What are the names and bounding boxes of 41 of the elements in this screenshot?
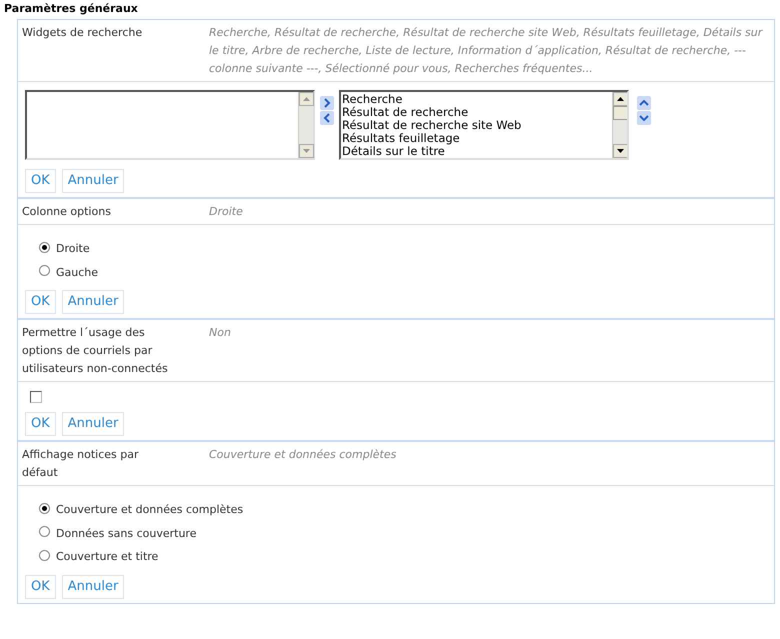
- ok-button[interactable]: OK: [25, 574, 56, 598]
- ok-button[interactable]: OK: [25, 412, 56, 436]
- setting-label: Colonne options: [22, 204, 112, 220]
- move-up-icon[interactable]: [637, 96, 651, 110]
- radio-label: Droite: [56, 241, 90, 257]
- setting-value: Recherche, Résultat de recherche, Résultat de recherche site Web, Résultats feuilletage, Détails sur le titre, Arbre de recherche, Liste de lecture, Information d´application, Résultat de recherche, ---colonne suivante ---, Sélectionné pour vous, Recherches fréquentes...: [209, 25, 764, 77]
- scroll-thumb[interactable]: [613, 106, 627, 120]
- scroll-up-icon[interactable]: [613, 92, 627, 106]
- radio-label: Données sans couverture: [56, 526, 196, 542]
- list-option[interactable]: Résultat de recherche: [342, 106, 612, 119]
- ok-button[interactable]: OK: [25, 169, 56, 193]
- setting-value: Droite: [209, 204, 244, 220]
- setting-label: Permettre l´usage des options de courriels par utilisateurs non-connectés: [22, 325, 169, 377]
- radio-button[interactable]: [39, 526, 50, 538]
- scroll-down-icon[interactable]: [613, 144, 627, 158]
- setting-value: Couverture et données complètes: [209, 447, 398, 463]
- list-option[interactable]: Résultats feuilletage: [342, 132, 612, 145]
- setting-label: Widgets de recherche: [22, 25, 144, 41]
- radio-label: Gauche: [56, 264, 98, 280]
- setting-label: Affichage notices par défaut: [22, 447, 140, 481]
- cancel-button[interactable]: Annuler: [62, 574, 124, 598]
- checkbox[interactable]: [30, 391, 42, 403]
- radio-button[interactable]: [39, 265, 50, 276]
- page-title: Paramètres généraux: [4, 1, 139, 15]
- cancel-button[interactable]: Annuler: [62, 290, 124, 314]
- selected-list[interactable]: Recherche Résultat de recherche Résultat de recherche site Web Résultats feuilletage Détails sur le titre: [339, 90, 629, 160]
- ok-button[interactable]: OK: [25, 290, 56, 314]
- list-option[interactable]: Recherche: [342, 93, 612, 106]
- list-option[interactable]: Détails sur le titre: [342, 145, 612, 158]
- available-list[interactable]: [25, 90, 315, 160]
- radio-button[interactable]: [39, 502, 50, 514]
- radio-label: Couverture et titre: [56, 549, 158, 565]
- radio-button[interactable]: [39, 550, 50, 561]
- scrollbar[interactable]: [612, 92, 627, 158]
- list-option[interactable]: Résultat de recherche site Web: [342, 119, 612, 132]
- move-down-icon[interactable]: [637, 111, 651, 125]
- cancel-button[interactable]: Annuler: [62, 412, 124, 436]
- setting-value: Non: [209, 325, 232, 341]
- radio-button[interactable]: [39, 242, 50, 253]
- cancel-button[interactable]: Annuler: [62, 169, 124, 193]
- radio-label: Couverture et données complètes: [56, 502, 244, 518]
